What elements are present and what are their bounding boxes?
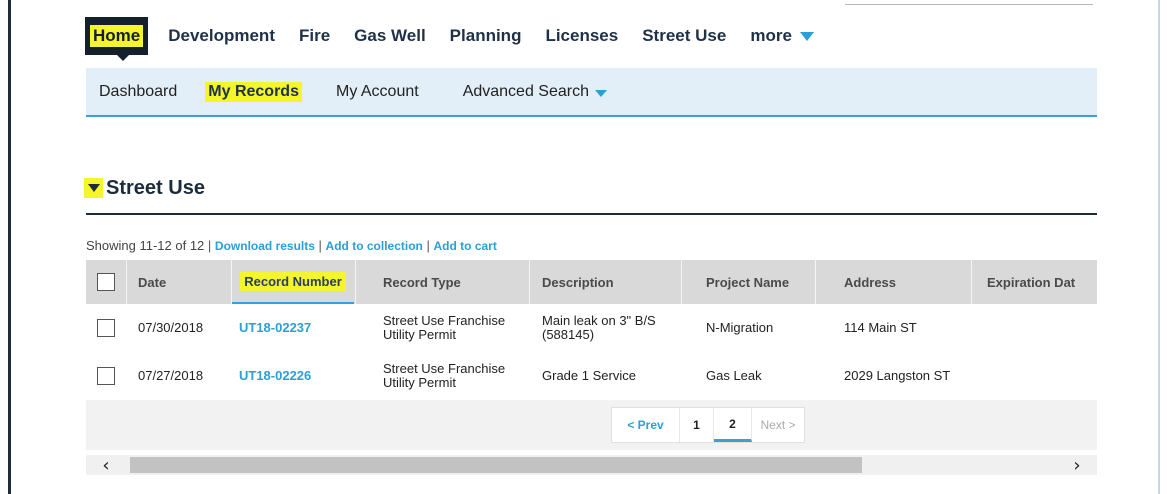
subnav-dashboard[interactable]: Dashboard <box>99 83 177 101</box>
cell-description: Grade 1 Service <box>542 368 636 383</box>
col-address[interactable]: Address <box>844 260 896 304</box>
row-checkbox[interactable] <box>97 319 115 337</box>
table-row: 07/30/2018 UT18-02237 Street Use Franchi… <box>86 304 1097 352</box>
cell-date: 07/30/2018 <box>138 320 204 335</box>
col-record-type[interactable]: Record Type <box>383 260 461 304</box>
record-number-link[interactable]: UT18-02237 <box>239 321 311 335</box>
add-to-collection-link[interactable]: Add to collection <box>326 239 423 253</box>
nav-development[interactable]: Development <box>168 26 275 46</box>
cell-description-line1: Main leak on 3" B/S <box>542 313 656 328</box>
page-2-button[interactable]: 2 <box>714 408 752 442</box>
showing-count: Showing 11-12 of 12 <box>86 238 205 253</box>
collapse-toggle-icon[interactable] <box>84 178 103 198</box>
nav-planning[interactable]: Planning <box>450 26 522 46</box>
subnav-advanced-search[interactable]: Advanced Search <box>463 83 607 101</box>
cell-project-name: Gas Leak <box>706 368 762 383</box>
select-all-cell <box>97 260 115 304</box>
cell-address: 2029 Langston ST <box>844 368 951 383</box>
top-divider <box>845 4 1093 5</box>
top-nav: Home Development Fire Gas Well Planning … <box>85 14 838 61</box>
nav-more[interactable]: more <box>750 26 814 46</box>
cell-date: 07/27/2018 <box>138 368 204 383</box>
cell-description-line2: (588145) <box>542 327 595 342</box>
cell-record-type-line2: Utility Permit <box>383 327 456 342</box>
scrollbar-thumb[interactable] <box>130 457 862 473</box>
scroll-right-icon[interactable]: › <box>1057 455 1097 476</box>
table-header: Date Record Number Record Type Descripti… <box>86 260 1097 304</box>
pagination: < Prev 1 2 Next > <box>611 407 805 443</box>
nav-gas-well[interactable]: Gas Well <box>354 26 426 46</box>
cell-address: 114 Main ST <box>844 320 917 335</box>
table-row: 07/27/2018 UT18-02226 Street Use Franchi… <box>86 352 1097 400</box>
nav-home[interactable]: Home <box>85 17 149 61</box>
page-1-button[interactable]: 1 <box>680 408 714 442</box>
col-record-number[interactable]: Record Number <box>232 260 354 304</box>
section-divider <box>86 213 1097 215</box>
horizontal-scrollbar[interactable]: ‹ › <box>86 455 1097 476</box>
sub-nav: Dashboard My Records My Account Advanced… <box>86 68 1097 117</box>
caret-down-icon <box>799 31 814 41</box>
col-expiration-date[interactable]: Expiration Dat <box>987 260 1075 304</box>
download-results-link[interactable]: Download results <box>215 239 315 253</box>
select-all-checkbox[interactable] <box>97 273 115 291</box>
record-number-link[interactable]: UT18-02226 <box>239 369 311 383</box>
subnav-my-account[interactable]: My Account <box>336 83 419 101</box>
cell-record-type-line2: Utility Permit <box>383 375 456 390</box>
scroll-left-icon[interactable]: ‹ <box>86 455 126 476</box>
cell-record-type-line1: Street Use Franchise <box>383 361 506 376</box>
row-checkbox[interactable] <box>97 367 115 385</box>
next-page-button[interactable]: Next > <box>752 408 804 442</box>
cell-project-name: N-Migration <box>706 320 774 335</box>
nav-street-use[interactable]: Street Use <box>642 26 726 46</box>
section-header: Street Use <box>84 174 205 202</box>
col-description[interactable]: Description <box>542 260 614 304</box>
col-project-name[interactable]: Project Name <box>706 260 789 304</box>
cell-record-type-line1: Street Use Franchise <box>383 313 506 328</box>
section-title: Street Use <box>106 176 205 199</box>
caret-down-icon <box>595 89 607 97</box>
results-summary: Showing 11-12 of 12 | Download results |… <box>86 238 497 253</box>
records-table: Date Record Number Record Type Descripti… <box>86 260 1097 450</box>
prev-page-button[interactable]: < Prev <box>612 408 680 442</box>
left-border <box>8 0 11 494</box>
subnav-my-records[interactable]: My Records <box>205 81 302 102</box>
nav-fire[interactable]: Fire <box>299 26 330 46</box>
nav-licenses[interactable]: Licenses <box>545 26 618 46</box>
col-date[interactable]: Date <box>138 260 166 304</box>
right-border <box>1158 0 1160 494</box>
add-to-cart-link[interactable]: Add to cart <box>434 239 497 253</box>
